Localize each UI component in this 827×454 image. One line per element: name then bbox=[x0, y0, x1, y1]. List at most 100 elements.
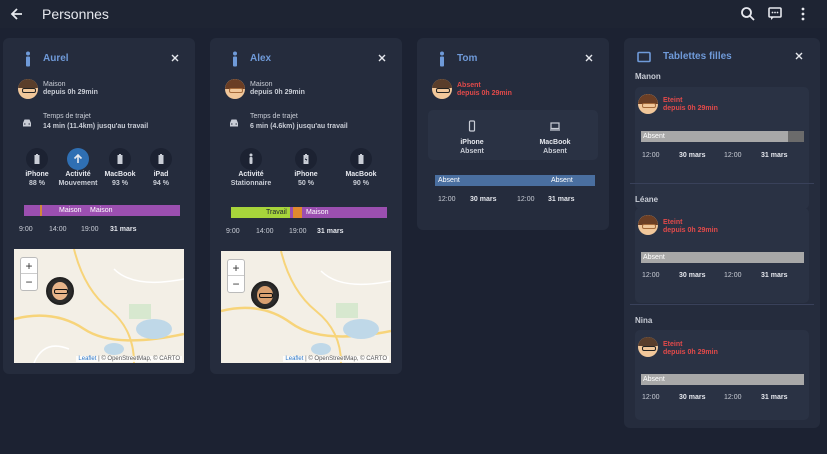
timeline-tick: 12:00 bbox=[724, 394, 742, 401]
card-header: Tom bbox=[417, 38, 609, 78]
timeline-tick: 30 mars bbox=[679, 394, 706, 401]
message-icon[interactable] bbox=[767, 6, 783, 22]
timeline-segment-marker bbox=[40, 205, 42, 216]
device-value: 50 % bbox=[298, 180, 314, 187]
presence-timeline[interactable]: Travail Maison bbox=[231, 207, 387, 218]
device-activite[interactable] bbox=[240, 148, 262, 170]
location-since: depuis 0h 29min bbox=[457, 90, 512, 97]
car-icon bbox=[230, 119, 238, 127]
location-map[interactable]: + − Leaflet | © OpenStreetMap, © CARTO bbox=[14, 249, 184, 363]
device-name: MacBook bbox=[539, 139, 571, 146]
device-iphone[interactable] bbox=[26, 148, 48, 170]
timeline-label: Absent bbox=[551, 177, 573, 184]
person-card-tom: Tom Absent depuis 0h 29min iPhone Absent… bbox=[417, 38, 609, 230]
timeline-segment-absent bbox=[641, 374, 804, 385]
timeline-tick: 9:00 bbox=[19, 226, 33, 233]
location-map[interactable]: + − Leaflet | © OpenStreetMap, © CARTO bbox=[221, 251, 391, 363]
presence-timeline[interactable]: Absent bbox=[641, 374, 804, 385]
device-iphone[interactable] bbox=[295, 148, 317, 170]
battery-icon bbox=[158, 154, 164, 164]
leaflet-link[interactable]: Leaflet bbox=[78, 356, 96, 362]
device-name: iPad bbox=[153, 171, 169, 178]
timeline-tick: 14:00 bbox=[49, 226, 67, 233]
map-zoom-control[interactable]: + − bbox=[227, 259, 245, 293]
presence-timeline[interactable]: Maison Maison bbox=[24, 205, 180, 216]
device-name: iPhone bbox=[460, 139, 484, 146]
close-icon[interactable] bbox=[795, 52, 803, 60]
person-icon bbox=[26, 51, 30, 67]
timeline-segment-absent bbox=[641, 252, 804, 263]
map-attribution: Leaflet | © OpenStreetMap, © CARTO bbox=[76, 356, 182, 362]
avatar bbox=[225, 79, 245, 99]
zoom-in-button[interactable]: + bbox=[21, 258, 37, 274]
tablet-status-since: depuis 0h 29min bbox=[663, 227, 718, 234]
timeline-tick: 12:00 bbox=[642, 394, 660, 401]
zoom-out-button[interactable]: − bbox=[228, 276, 244, 292]
timeline-tick: 31 mars bbox=[317, 228, 344, 235]
more-vert-icon[interactable] bbox=[795, 6, 811, 22]
timeline-label: Absent bbox=[643, 254, 665, 261]
tablets-card: Tablettes filles Manon Eteint depuis 0h … bbox=[624, 38, 820, 428]
close-icon[interactable] bbox=[171, 54, 179, 62]
person-marker[interactable] bbox=[46, 277, 74, 305]
device-ipad[interactable] bbox=[150, 148, 172, 170]
laptop-icon bbox=[550, 122, 560, 131]
leaflet-link[interactable]: Leaflet bbox=[285, 356, 303, 362]
arrow-left-icon[interactable] bbox=[9, 6, 25, 22]
tablet-icon bbox=[637, 51, 651, 63]
timeline-tick: 31 mars bbox=[761, 272, 788, 279]
avatar bbox=[18, 79, 38, 99]
car-icon bbox=[23, 119, 31, 127]
timeline-tick: 12:00 bbox=[724, 272, 742, 279]
timeline-tick: 31 mars bbox=[548, 196, 575, 203]
presence-timeline[interactable]: Absent Absent bbox=[435, 175, 595, 186]
map-tiles bbox=[14, 249, 184, 363]
location-place: Maison bbox=[43, 81, 66, 88]
timeline-label: Maison bbox=[306, 209, 329, 216]
person-icon bbox=[233, 51, 237, 67]
zoom-out-button[interactable]: − bbox=[21, 274, 37, 290]
device-macbook[interactable] bbox=[350, 148, 372, 170]
page-title: Personnes bbox=[42, 6, 109, 22]
device-macbook[interactable] bbox=[544, 115, 566, 137]
tablet-owner-name: Léane bbox=[635, 195, 659, 204]
tablet-panel-manon bbox=[635, 87, 809, 209]
map-zoom-control[interactable]: + − bbox=[20, 257, 38, 291]
device-activite[interactable] bbox=[67, 148, 89, 170]
arrow-up-icon bbox=[73, 153, 83, 163]
location-since: depuis 0h 29min bbox=[43, 89, 98, 96]
divider bbox=[630, 183, 814, 184]
zoom-in-button[interactable]: + bbox=[228, 260, 244, 276]
travel-title: Temps de trajet bbox=[43, 113, 91, 120]
search-icon[interactable] bbox=[740, 6, 756, 22]
presence-timeline[interactable]: Absent bbox=[641, 131, 804, 142]
timeline-tick: 14:00 bbox=[256, 228, 274, 235]
divider bbox=[630, 304, 814, 305]
timeline-tick: 19:00 bbox=[81, 226, 99, 233]
timeline-tick: 9:00 bbox=[226, 228, 240, 235]
timeline-tick: 12:00 bbox=[642, 272, 660, 279]
device-value: Absent bbox=[543, 148, 567, 155]
timeline-tick: 30 mars bbox=[470, 196, 497, 203]
device-iphone[interactable] bbox=[461, 115, 483, 137]
timeline-tick: 30 mars bbox=[679, 152, 706, 159]
map-attribution: Leaflet | © OpenStreetMap, © CARTO bbox=[283, 356, 389, 362]
timeline-label: Maison bbox=[90, 207, 113, 214]
attribution-text: | © OpenStreetMap, © CARTO bbox=[98, 356, 180, 362]
timeline-label: Absent bbox=[438, 177, 460, 184]
device-name: Activité bbox=[238, 171, 264, 178]
tablet-status-since: depuis 0h 29min bbox=[663, 349, 718, 356]
location-place: Maison bbox=[250, 81, 273, 88]
card-title: Tablettes filles bbox=[663, 51, 732, 62]
close-icon[interactable] bbox=[585, 54, 593, 62]
close-icon[interactable] bbox=[378, 54, 386, 62]
avatar bbox=[638, 337, 658, 357]
person-marker[interactable] bbox=[251, 281, 279, 309]
timeline-label: Absent bbox=[643, 133, 665, 140]
timeline-label: Absent bbox=[643, 376, 665, 383]
presence-timeline[interactable]: Absent bbox=[641, 252, 804, 263]
avatar bbox=[638, 215, 658, 235]
tablet-status: Eteint bbox=[663, 97, 683, 104]
tablet-status: Eteint bbox=[663, 341, 683, 348]
device-macbook[interactable] bbox=[109, 148, 131, 170]
